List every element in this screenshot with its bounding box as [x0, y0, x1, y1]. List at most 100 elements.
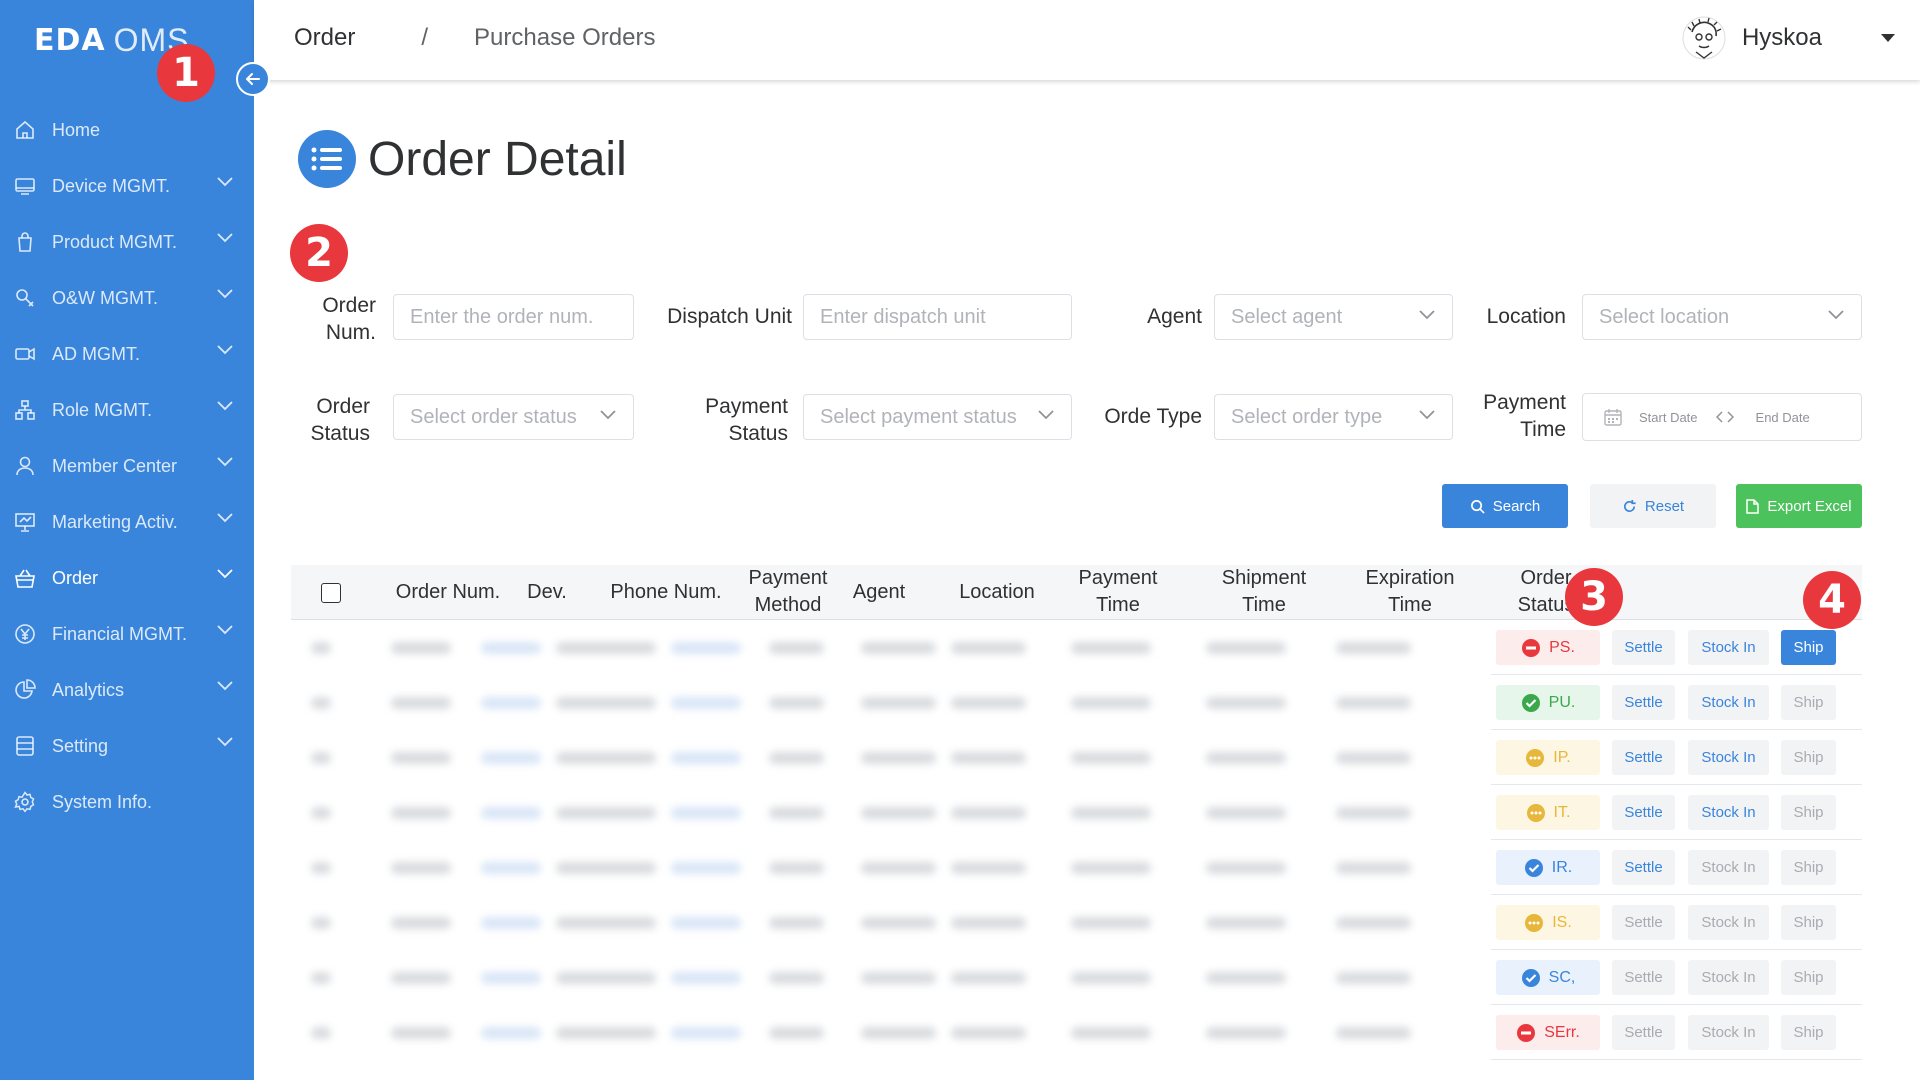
settle-button[interactable]: Settle: [1612, 905, 1675, 940]
sidebar-item-label: Role MGMT.: [52, 399, 153, 420]
stock-in-button[interactable]: Stock In: [1688, 850, 1769, 885]
list-icon: [298, 130, 356, 188]
sidebar-item-financial-mgmt[interactable]: Financial MGMT.: [0, 606, 254, 662]
chevron-down-icon: [1828, 310, 1844, 320]
redacted-cell: [1336, 917, 1411, 929]
check-circle-icon: [1521, 968, 1540, 987]
settle-button[interactable]: Settle: [1612, 685, 1675, 720]
sidebar-item-home[interactable]: Home: [0, 102, 254, 158]
stock-in-button[interactable]: Stock In: [1688, 630, 1769, 665]
status-text: SC,: [1548, 968, 1576, 986]
stock-in-button[interactable]: Stock In: [1688, 740, 1769, 775]
redacted-cell: [1206, 642, 1286, 654]
sidebar-item-system-info[interactable]: System Info.: [0, 774, 254, 830]
settle-button[interactable]: Settle: [1612, 960, 1675, 995]
redacted-cell: [769, 642, 824, 654]
settle-label: Settle: [1624, 914, 1663, 931]
order-num-label-line1: Order: [322, 294, 376, 317]
sidebar-item-role-mgmt[interactable]: Role MGMT.: [0, 382, 254, 438]
settle-button[interactable]: Settle: [1612, 1015, 1675, 1050]
status-text: SErr.: [1544, 1023, 1580, 1041]
dispatch-unit-input[interactable]: Enter dispatch unit: [803, 294, 1072, 340]
end-date-placeholder[interactable]: End Date: [1756, 410, 1810, 425]
chevron-down-icon: [600, 410, 616, 420]
redacted-cell: [671, 752, 741, 764]
collapse-sidebar-button[interactable]: [236, 62, 270, 96]
reset-button[interactable]: Reset: [1590, 484, 1716, 528]
redacted-cell: [769, 862, 824, 874]
settle-button[interactable]: Settle: [1612, 795, 1675, 830]
table-row: IS. Settle Stock In Ship: [291, 895, 1862, 950]
redacted-cell: [391, 862, 451, 874]
user-icon: [16, 456, 34, 476]
sidebar-item-device-mgmt[interactable]: Device MGMT.: [0, 158, 254, 214]
stock-in-button[interactable]: Stock In: [1688, 905, 1769, 940]
annotation-badge-1: 1: [157, 44, 215, 102]
redacted-cell: [1206, 862, 1286, 874]
sidebar-item-setting[interactable]: Setting: [0, 718, 254, 774]
settle-button[interactable]: Settle: [1612, 740, 1675, 775]
sidebar-item-o-w-mgmt[interactable]: O&W MGMT.: [0, 270, 254, 326]
sidebar-item-product-mgmt[interactable]: Product MGMT.: [0, 214, 254, 270]
sidebar-item-member-center[interactable]: Member Center: [0, 438, 254, 494]
user-menu[interactable]: Hyskoa: [1682, 16, 1896, 60]
redacted-cell: [1071, 807, 1151, 819]
stock-in-button[interactable]: Stock In: [1688, 685, 1769, 720]
column-header-line1: Shipment: [1221, 567, 1307, 589]
stock-in-button[interactable]: Stock In: [1688, 1015, 1769, 1050]
redacted-cell: [311, 972, 331, 984]
redacted-cell: [311, 1027, 331, 1039]
payment-status-label-line1: Payment: [705, 395, 788, 418]
payment-time-range[interactable]: Start Date End Date: [1582, 393, 1862, 441]
ship-button[interactable]: Ship: [1781, 850, 1836, 885]
check-circle-icon: [1524, 858, 1543, 877]
monitor-icon: [15, 178, 35, 195]
ship-button[interactable]: Ship: [1781, 960, 1836, 995]
stock-in-button[interactable]: Stock In: [1688, 795, 1769, 830]
ship-label: Ship: [1793, 694, 1824, 711]
settle-button[interactable]: Settle: [1612, 850, 1675, 885]
location-select[interactable]: Select location: [1582, 294, 1862, 340]
sidebar-item-analytics[interactable]: Analytics: [0, 662, 254, 718]
top-header: Order / Purchase Orders Hyskoa: [254, 0, 1920, 80]
settle-button[interactable]: Settle: [1612, 630, 1675, 665]
ship-button[interactable]: Ship: [1781, 685, 1836, 720]
status-badge: IP.: [1496, 740, 1600, 775]
ship-label: Ship: [1793, 639, 1824, 656]
stock-in-button[interactable]: Stock In: [1688, 960, 1769, 995]
agent-label: Agent: [1147, 305, 1202, 328]
payment-status-select[interactable]: Select payment status: [803, 394, 1072, 440]
ship-button[interactable]: Ship: [1781, 905, 1836, 940]
search-button[interactable]: Search: [1442, 484, 1568, 528]
export-excel-button[interactable]: Export Excel: [1736, 484, 1862, 528]
select-all-checkbox[interactable]: [321, 583, 341, 603]
ship-button[interactable]: Ship: [1781, 1015, 1836, 1050]
redacted-cell: [1071, 972, 1151, 984]
order-status-select[interactable]: Select order status: [393, 394, 634, 440]
payment-status-placeholder: Select payment status: [820, 405, 1017, 428]
order-num-input[interactable]: Enter the order num.: [393, 294, 634, 340]
basket-icon: [15, 569, 35, 588]
ship-button[interactable]: Ship: [1781, 795, 1836, 830]
redacted-cell: [769, 697, 824, 709]
sidebar-item-label: Member Center: [52, 455, 178, 476]
agent-select[interactable]: Select agent: [1214, 294, 1453, 340]
payment-time-label-line2: Time: [1520, 418, 1566, 441]
breadcrumb-order[interactable]: Order: [294, 24, 355, 52]
sidebar-menu: Home Device MGMT. Product MGMT. O&W MGMT. AD…: [0, 102, 254, 830]
order-type-select[interactable]: Select order type: [1214, 394, 1453, 440]
annotation-badge-4: 4: [1803, 571, 1861, 629]
sidebar-item-ad-mgmt[interactable]: AD MGMT.: [0, 326, 254, 382]
home-icon: [16, 120, 34, 139]
payment-status-label-line2: Status: [728, 422, 788, 445]
ship-button[interactable]: Ship: [1781, 630, 1836, 665]
chevron-down-icon: [217, 289, 233, 299]
ship-button[interactable]: Ship: [1781, 740, 1836, 775]
sidebar-item-marketing-activ[interactable]: Marketing Activ.: [0, 494, 254, 550]
redacted-cell: [769, 807, 824, 819]
order-status-label-line1: Order: [316, 395, 370, 418]
start-date-placeholder[interactable]: Start Date: [1639, 410, 1698, 425]
ship-label: Ship: [1793, 859, 1824, 876]
sidebar-item-order[interactable]: Order: [0, 550, 254, 606]
more-circle-icon: [1525, 913, 1544, 932]
